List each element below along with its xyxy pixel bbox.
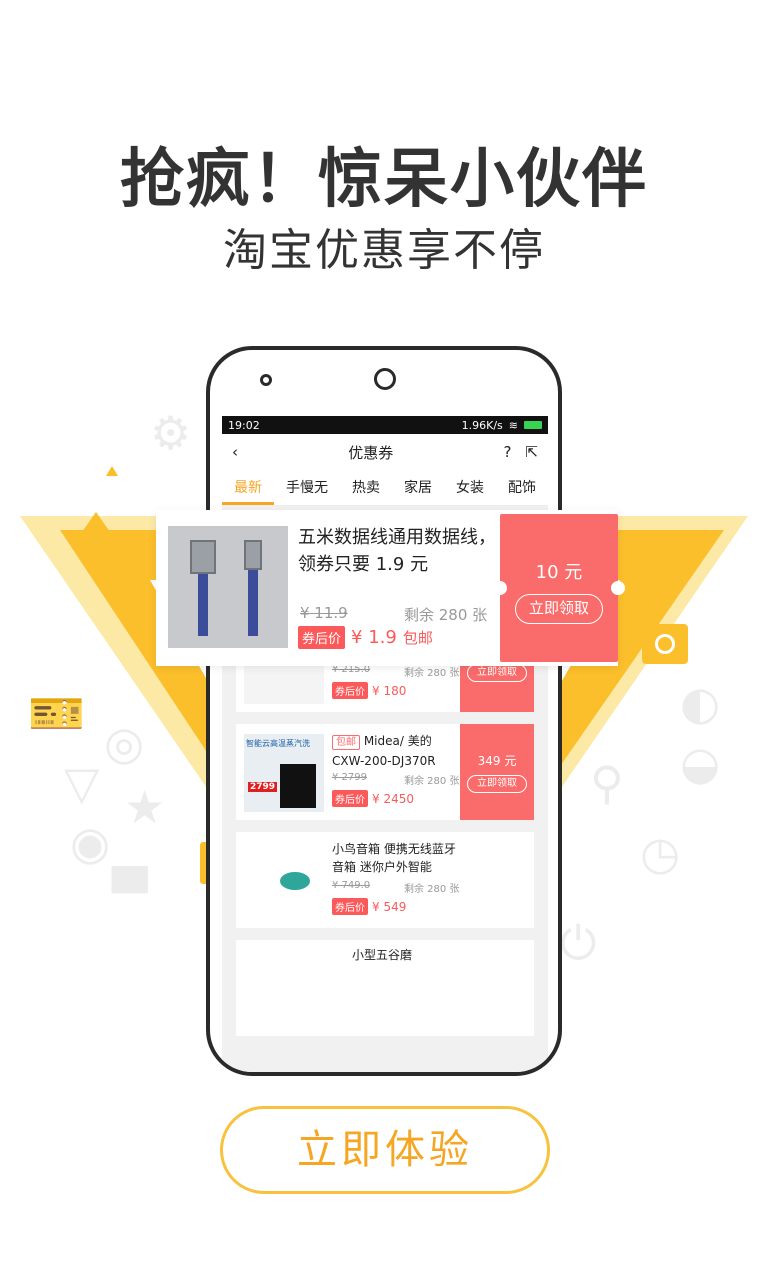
status-time: 19:02: [228, 418, 260, 432]
wifi-icon: ≋: [508, 418, 518, 432]
nav-title: 优惠券: [348, 443, 394, 462]
status-bar: 19:02 1.96K/s ≋: [222, 416, 548, 434]
tab-latest[interactable]: 最新: [222, 470, 274, 505]
coupon-notch: [611, 581, 625, 595]
after-coupon-tag: 券后价: [332, 682, 368, 699]
after-coupon-tag: 券后价: [332, 790, 368, 807]
hood-image: [280, 764, 316, 808]
tab-home[interactable]: 家居: [392, 470, 444, 505]
product-title: 小型五谷磨: [352, 948, 413, 962]
coupon-card[interactable]: 小型五谷磨: [236, 940, 534, 1036]
battery-icon: [524, 421, 542, 429]
speaker-image: [280, 872, 310, 890]
coupon-price: ¥ 180: [372, 683, 407, 698]
tab-accessories[interactable]: 配饰: [496, 470, 548, 505]
featured-coupon-side: 10 元 立即领取: [493, 514, 625, 662]
original-price: ¥ 2799: [332, 772, 367, 783]
featured-remaining: 剩余 280 张: [404, 606, 488, 624]
tab-limited[interactable]: 手慢无: [274, 470, 340, 505]
tab-hot[interactable]: 热卖: [340, 470, 392, 505]
nav-bar: ‹ 优惠券 ? ⇱: [222, 434, 548, 470]
coupon-price: ¥ 549: [372, 899, 407, 914]
try-now-button[interactable]: 立即体验: [220, 1106, 550, 1194]
back-arrow-icon[interactable]: ‹: [232, 443, 238, 461]
product-title: 小鸟音箱 便携无线蓝牙音箱 迷你户外智能: [332, 842, 456, 874]
free-shipping-label: 包邮: [402, 629, 433, 647]
after-coupon-tag: 券后价: [332, 898, 368, 915]
original-price: ¥ 749.0: [332, 880, 371, 891]
coupon-amount: 349 元: [477, 754, 517, 768]
remaining-count: 剩余 280 张: [404, 776, 460, 787]
coupon-notch: [493, 581, 507, 595]
featured-price: ¥ 1.9: [351, 627, 397, 648]
after-coupon-tag: 券后价: [298, 626, 346, 649]
product-thumb: [244, 842, 324, 920]
featured-title: 五米数据线通用数据线，领券只要 1.9 元: [298, 527, 496, 575]
coupon-card[interactable]: 小鸟音箱 便携无线蓝牙音箱 迷你户外智能 ¥ 749.0 剩余 280 张 券后…: [236, 832, 534, 928]
category-tabs: 最新 手慢无 热卖 家居 女装 配饰: [222, 470, 548, 506]
featured-coupon[interactable]: 五米数据线通用数据线，领券只要 1.9 元 ¥ 11.9 剩余 280 张 券后…: [156, 510, 625, 666]
share-icon[interactable]: ⇱: [525, 443, 538, 461]
product-thumb: 智能云高温蒸汽洗 2799: [244, 734, 324, 812]
cable-product-image: [168, 526, 288, 648]
claim-button[interactable]: 立即领取: [467, 664, 527, 682]
coupon-card[interactable]: 智能云高温蒸汽洗 2799 包邮 Midea/ 美的 CXW-200-DJ370…: [236, 724, 534, 820]
featured-original-price: ¥ 11.9: [300, 604, 348, 622]
thumb-price: 2799: [248, 782, 278, 792]
front-camera-icon: [260, 374, 272, 386]
featured-claim-button[interactable]: 立即领取: [515, 594, 603, 624]
tab-women[interactable]: 女装: [444, 470, 496, 505]
help-icon[interactable]: ?: [503, 443, 511, 461]
thumb-label: 智能云高温蒸汽洗: [246, 739, 310, 748]
featured-coupon-amount: 10 元: [535, 562, 583, 583]
camera-icon: [642, 624, 688, 664]
coupon-price: ¥ 2450: [372, 791, 414, 806]
coupon-side: 349 元 立即领取: [460, 724, 534, 820]
phone-mockup: 19:02 1.96K/s ≋ ‹ 优惠券 ? ⇱ 最新 手慢无 热卖 家居 女…: [206, 346, 562, 1076]
claim-button[interactable]: 立即领取: [467, 775, 527, 793]
free-shipping-badge: 包邮: [332, 735, 360, 750]
remaining-count: 剩余 280 张: [404, 884, 460, 895]
earpiece-icon: [374, 368, 396, 390]
remaining-count: 剩余 280 张: [404, 668, 460, 679]
network-speed: 1.96K/s: [461, 418, 503, 432]
